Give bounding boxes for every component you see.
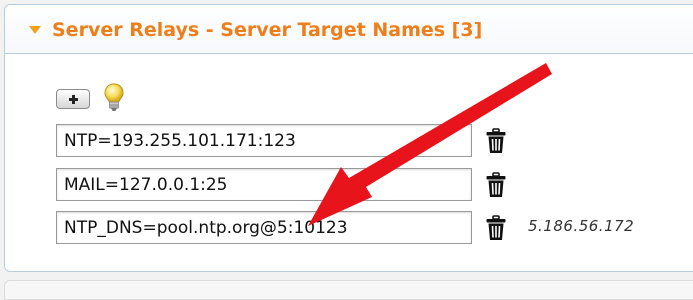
relay-input-ntp[interactable] (56, 124, 472, 157)
add-relay-button[interactable] (56, 89, 90, 109)
panel-header[interactable]: Server Relays - Server Target Names [3] (5, 5, 693, 54)
trash-icon[interactable] (485, 128, 507, 154)
lightbulb-icon[interactable] (103, 83, 125, 113)
trash-icon[interactable] (485, 172, 507, 198)
relay-input-mail[interactable] (56, 168, 472, 201)
resolved-ip-address: 5.186.56.172 (528, 217, 635, 235)
relay-input-ntp-dns[interactable] (56, 211, 472, 244)
panel-title: Server Relays - Server Target Names [3] (52, 19, 483, 41)
triangle-down-icon[interactable] (29, 26, 41, 34)
next-panel-edge (4, 280, 693, 300)
trash-icon[interactable] (485, 215, 507, 241)
